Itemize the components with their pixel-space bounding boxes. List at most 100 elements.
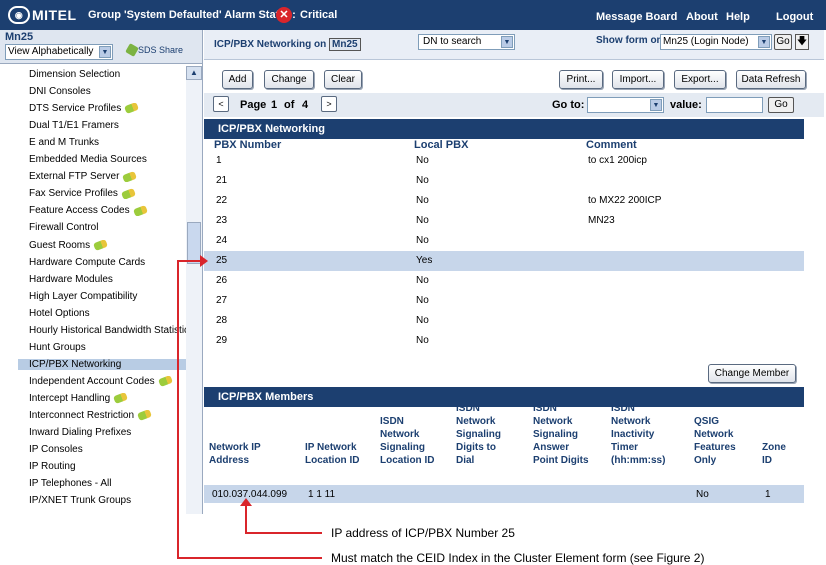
- annotation-line-bottom: [177, 557, 322, 559]
- members-col-header: Zone: [762, 442, 786, 453]
- sidebar-item-label: Dimension Selection: [29, 69, 121, 80]
- print-button[interactable]: Print...: [559, 70, 603, 89]
- sidebar-scrollbar[interactable]: ▲: [186, 66, 202, 514]
- change-button[interactable]: Change: [264, 70, 314, 89]
- import-button[interactable]: Import...: [612, 70, 664, 89]
- export-button[interactable]: Export...: [674, 70, 726, 89]
- sidebar-item-label: Guest Rooms: [29, 239, 91, 251]
- col-pbx-number: PBX Number: [214, 139, 282, 151]
- cell-pbx-number: 29: [216, 335, 228, 346]
- sidebar-item[interactable]: Inward Dialing Prefixes: [29, 427, 186, 438]
- sidebar-item-label: High Layer Compatibility: [29, 290, 138, 302]
- table-row[interactable]: 26 No: [204, 271, 804, 291]
- logout-link[interactable]: Logout: [776, 11, 813, 23]
- sidebar-item[interactable]: External FTP Server: [29, 171, 186, 183]
- sidebar-item[interactable]: IP Routing: [29, 461, 186, 472]
- table-row[interactable]: 28 No: [204, 311, 804, 331]
- sidebar-item-label: Hunt Groups: [29, 341, 86, 353]
- message-board-link[interactable]: Message Board: [596, 11, 677, 23]
- view-select[interactable]: View Alphabetically ▼: [5, 44, 113, 60]
- sidebar-item-label: E and M Trunks: [29, 137, 100, 149]
- dn-search-select[interactable]: DN to search ▼: [418, 34, 515, 50]
- sidebar-item[interactable]: Independent Account Codes: [29, 375, 186, 387]
- prev-page-button[interactable]: <: [213, 96, 229, 112]
- next-page-button[interactable]: >: [321, 96, 337, 112]
- member-qsig: No: [696, 489, 709, 500]
- page-total: 4: [302, 99, 309, 111]
- sidebar-item[interactable]: DNI Consoles: [29, 86, 186, 97]
- cell-local-pbx: No: [416, 295, 429, 306]
- clear-button[interactable]: Clear: [324, 70, 362, 89]
- sidebar-item[interactable]: Hotel Options: [29, 308, 186, 319]
- members-col-header: Features: [694, 442, 736, 453]
- sidebar-item-label: IP Telephones - All: [29, 478, 112, 490]
- members-col-header: QSIG: [694, 416, 720, 427]
- key-icon: [124, 103, 140, 115]
- toolbar: Add Change Clear Print... Import... Expo…: [204, 61, 824, 93]
- group-alarm-label: Group 'System Defaulted' Alarm Status:: [88, 9, 296, 21]
- sds-share-label[interactable]: SDS Share: [138, 45, 183, 55]
- add-button[interactable]: Add: [222, 70, 253, 89]
- sidebar-item[interactable]: ICP/PBX Networking: [18, 358, 186, 370]
- sidebar-item[interactable]: Hunt Groups: [29, 342, 186, 353]
- sidebar-item-label: Feature Access Codes: [29, 205, 130, 217]
- logo-text: MITEL: [32, 7, 77, 23]
- sidebar-item-label: Embedded Media Sources: [29, 154, 147, 166]
- show-form-select[interactable]: Mn25 (Login Node) ▼: [660, 34, 772, 50]
- page-number: 1: [271, 99, 278, 111]
- scroll-thumb[interactable]: [187, 222, 201, 264]
- cell-local-pbx: No: [416, 275, 429, 286]
- sidebar-item[interactable]: Fax Service Profiles: [29, 188, 186, 200]
- table-row[interactable]: 1 No to cx1 200icp: [204, 151, 804, 171]
- members-col-header: ID: [762, 455, 772, 466]
- cell-local-pbx: No: [416, 315, 429, 326]
- table-row[interactable]: 22 No to MX22 200ICP: [204, 191, 804, 211]
- members-col-header: Answer: [533, 442, 570, 453]
- down-arrow-icon[interactable]: 🡇: [795, 34, 809, 50]
- show-form-go-button[interactable]: Go: [774, 34, 792, 50]
- sidebar-item[interactable]: Dimension Selection: [29, 69, 186, 80]
- sidebar-item[interactable]: Embedded Media Sources: [29, 154, 186, 165]
- form-node: Mn25: [329, 38, 361, 51]
- members-col-header: Network: [694, 429, 734, 440]
- sidebar-item[interactable]: E and M Trunks: [29, 137, 186, 148]
- table-row[interactable]: 010.037.044.099 1 1 11 No 1: [204, 485, 804, 503]
- cell-pbx-number: 26: [216, 275, 228, 286]
- value-input[interactable]: [706, 97, 763, 113]
- sidebar-item[interactable]: Hardware Modules: [29, 274, 186, 285]
- members-section-title: ICP/PBX Members: [204, 387, 804, 407]
- about-link[interactable]: About: [686, 11, 718, 23]
- show-form-label: Show form on: [596, 35, 663, 46]
- sidebar-item[interactable]: Hardware Compute Cards: [29, 257, 186, 268]
- sidebar-item[interactable]: Interconnect Restriction: [29, 410, 186, 421]
- sidebar-item[interactable]: IP Consoles: [29, 444, 186, 455]
- table-row[interactable]: 25 Yes: [204, 251, 804, 271]
- table-row[interactable]: 27 No: [204, 291, 804, 311]
- sidebar-item[interactable]: Guest Rooms: [29, 239, 186, 251]
- scroll-up-icon[interactable]: ▲: [186, 66, 202, 80]
- sidebar-item[interactable]: Hourly Historical Bandwidth Statistics: [29, 325, 186, 336]
- sidebar-item[interactable]: Intercept Handling: [29, 392, 186, 404]
- sidebar-item[interactable]: DTS Service Profiles: [29, 103, 186, 115]
- cell-pbx-number: 21: [216, 175, 228, 186]
- goto-select[interactable]: ▼: [587, 97, 664, 113]
- change-member-button[interactable]: Change Member: [708, 364, 796, 383]
- table-row[interactable]: 23 No MN23: [204, 211, 804, 231]
- table-row[interactable]: 21 No: [204, 171, 804, 191]
- sidebar-item[interactable]: Feature Access Codes: [29, 205, 186, 217]
- sidebar-item[interactable]: High Layer Compatibility: [29, 291, 186, 302]
- sidebar-item[interactable]: Dual T1/E1 Framers: [29, 120, 186, 131]
- key-icon: [132, 205, 148, 217]
- sidebar-item[interactable]: IP/XNET Trunk Groups: [29, 495, 186, 506]
- goto-go-button[interactable]: Go: [768, 97, 794, 113]
- table-row[interactable]: 29 No: [204, 331, 804, 351]
- sidebar-item[interactable]: IP Telephones - All: [29, 478, 186, 489]
- value-label: value:: [670, 99, 702, 111]
- form-title-text: ICP/PBX Networking on: [214, 39, 327, 50]
- goto-label: Go to:: [552, 99, 585, 111]
- table-row[interactable]: 24 No: [204, 231, 804, 251]
- sidebar-item[interactable]: Firewall Control: [29, 222, 186, 233]
- data-refresh-button[interactable]: Data Refresh: [736, 70, 806, 89]
- help-link[interactable]: Help: [726, 11, 750, 23]
- top-bar: ◉ MITEL Group 'System Defaulted' Alarm S…: [0, 0, 826, 30]
